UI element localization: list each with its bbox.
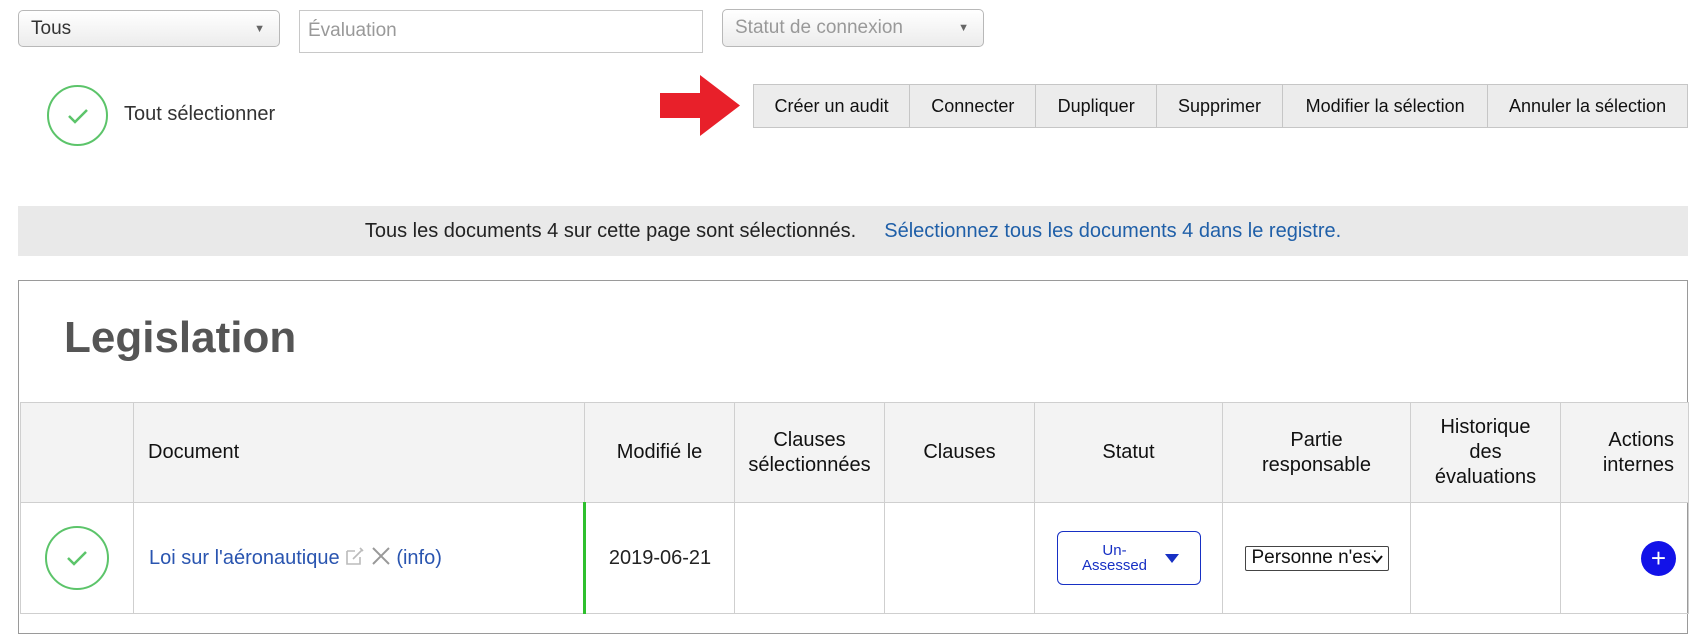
- header-history[interactable]: Historique des évaluations: [1410, 402, 1561, 503]
- arrow-right-icon: [660, 75, 740, 136]
- scope-select-value: Tous: [31, 18, 72, 39]
- actions-cell: +: [1560, 502, 1689, 614]
- plus-icon: +: [1650, 543, 1667, 573]
- status-cell: Un-Assessed: [1034, 502, 1223, 614]
- delete-icon[interactable]: [371, 546, 391, 566]
- create-audit-button[interactable]: Créer un audit: [754, 85, 909, 127]
- delete-button[interactable]: Supprimer: [1155, 85, 1282, 127]
- evaluation-input[interactable]: Évaluation: [299, 10, 703, 53]
- history-cell: [1410, 502, 1561, 614]
- responsible-select[interactable]: Personne n'est: [1244, 545, 1389, 571]
- status-dropdown[interactable]: Un-Assessed: [1056, 531, 1201, 585]
- header-select: [20, 402, 134, 503]
- row-checkbox[interactable]: [45, 526, 109, 590]
- scope-select[interactable]: Tous ▼: [18, 10, 280, 47]
- connection-status-value: Statut de connexion: [735, 17, 903, 38]
- check-icon: [67, 108, 88, 124]
- selection-banner: Tous les documents 4 sur cette page sont…: [18, 206, 1688, 256]
- status-label: Un-Assessed: [1081, 542, 1148, 574]
- bulk-actions-toolbar: Créer un audit Connecter Dupliquer Suppr…: [753, 84, 1688, 128]
- responsible-cell: Personne n'est: [1222, 502, 1411, 614]
- header-actions: Actions internes: [1560, 402, 1689, 503]
- dropdown-arrow-icon: [1164, 553, 1179, 563]
- check-icon: [67, 551, 87, 566]
- dropdown-caret-icon: ▼: [254, 23, 265, 35]
- selected-clauses-cell: [734, 502, 885, 614]
- document-link[interactable]: Loi sur l'aéronautique: [149, 547, 340, 569]
- responsible-value: Personne n'est: [1251, 547, 1378, 568]
- edit-selection-button[interactable]: Modifier la sélection: [1282, 85, 1487, 127]
- dropdown-caret-icon: ▼: [958, 22, 969, 34]
- header-clauses[interactable]: Clauses: [884, 402, 1035, 503]
- connect-button[interactable]: Connecter: [909, 85, 1035, 127]
- add-action-button[interactable]: +: [1641, 540, 1676, 576]
- info-link[interactable]: (info): [396, 547, 442, 569]
- header-status[interactable]: Statut: [1034, 402, 1223, 503]
- selection-message: Tous les documents 4 sur cette page sont…: [364, 219, 857, 242]
- header-document[interactable]: Document: [133, 402, 585, 503]
- clauses-cell: [884, 502, 1035, 614]
- header-modified[interactable]: Modifié le: [584, 402, 735, 503]
- duplicate-button[interactable]: Dupliquer: [1035, 85, 1155, 127]
- legislation-card: Legislation Document Modifié le Clauses …: [18, 280, 1689, 634]
- connection-status-select[interactable]: Statut de connexion ▼: [722, 9, 984, 47]
- evaluation-placeholder: Évaluation: [308, 20, 397, 41]
- documents-table: Document Modifié le Clauses sélectionnée…: [20, 402, 1689, 614]
- edit-icon[interactable]: [345, 546, 365, 566]
- table-header-row: Document Modifié le Clauses sélectionnée…: [20, 402, 1689, 503]
- select-all-label: Tout sélectionner: [124, 103, 276, 125]
- cancel-selection-button[interactable]: Annuler la sélection: [1487, 85, 1687, 127]
- select-all-in-register-link[interactable]: Sélectionnez tous les documents 4 dans l…: [884, 220, 1341, 243]
- row-select-cell: [20, 502, 134, 614]
- header-responsible[interactable]: Partie responsable: [1222, 402, 1411, 503]
- modified-cell: 2019-06-21: [584, 502, 735, 614]
- document-cell: Loi sur l'aéronautique (info): [133, 502, 586, 614]
- select-all-checkbox[interactable]: [47, 85, 108, 146]
- card-title: Legislation: [64, 313, 297, 362]
- header-selected-clauses[interactable]: Clauses sélectionnées: [734, 402, 885, 503]
- table-row: Loi sur l'aéronautique (info) 2019-06-21: [20, 502, 1689, 614]
- chevron-down-icon: [1369, 551, 1384, 566]
